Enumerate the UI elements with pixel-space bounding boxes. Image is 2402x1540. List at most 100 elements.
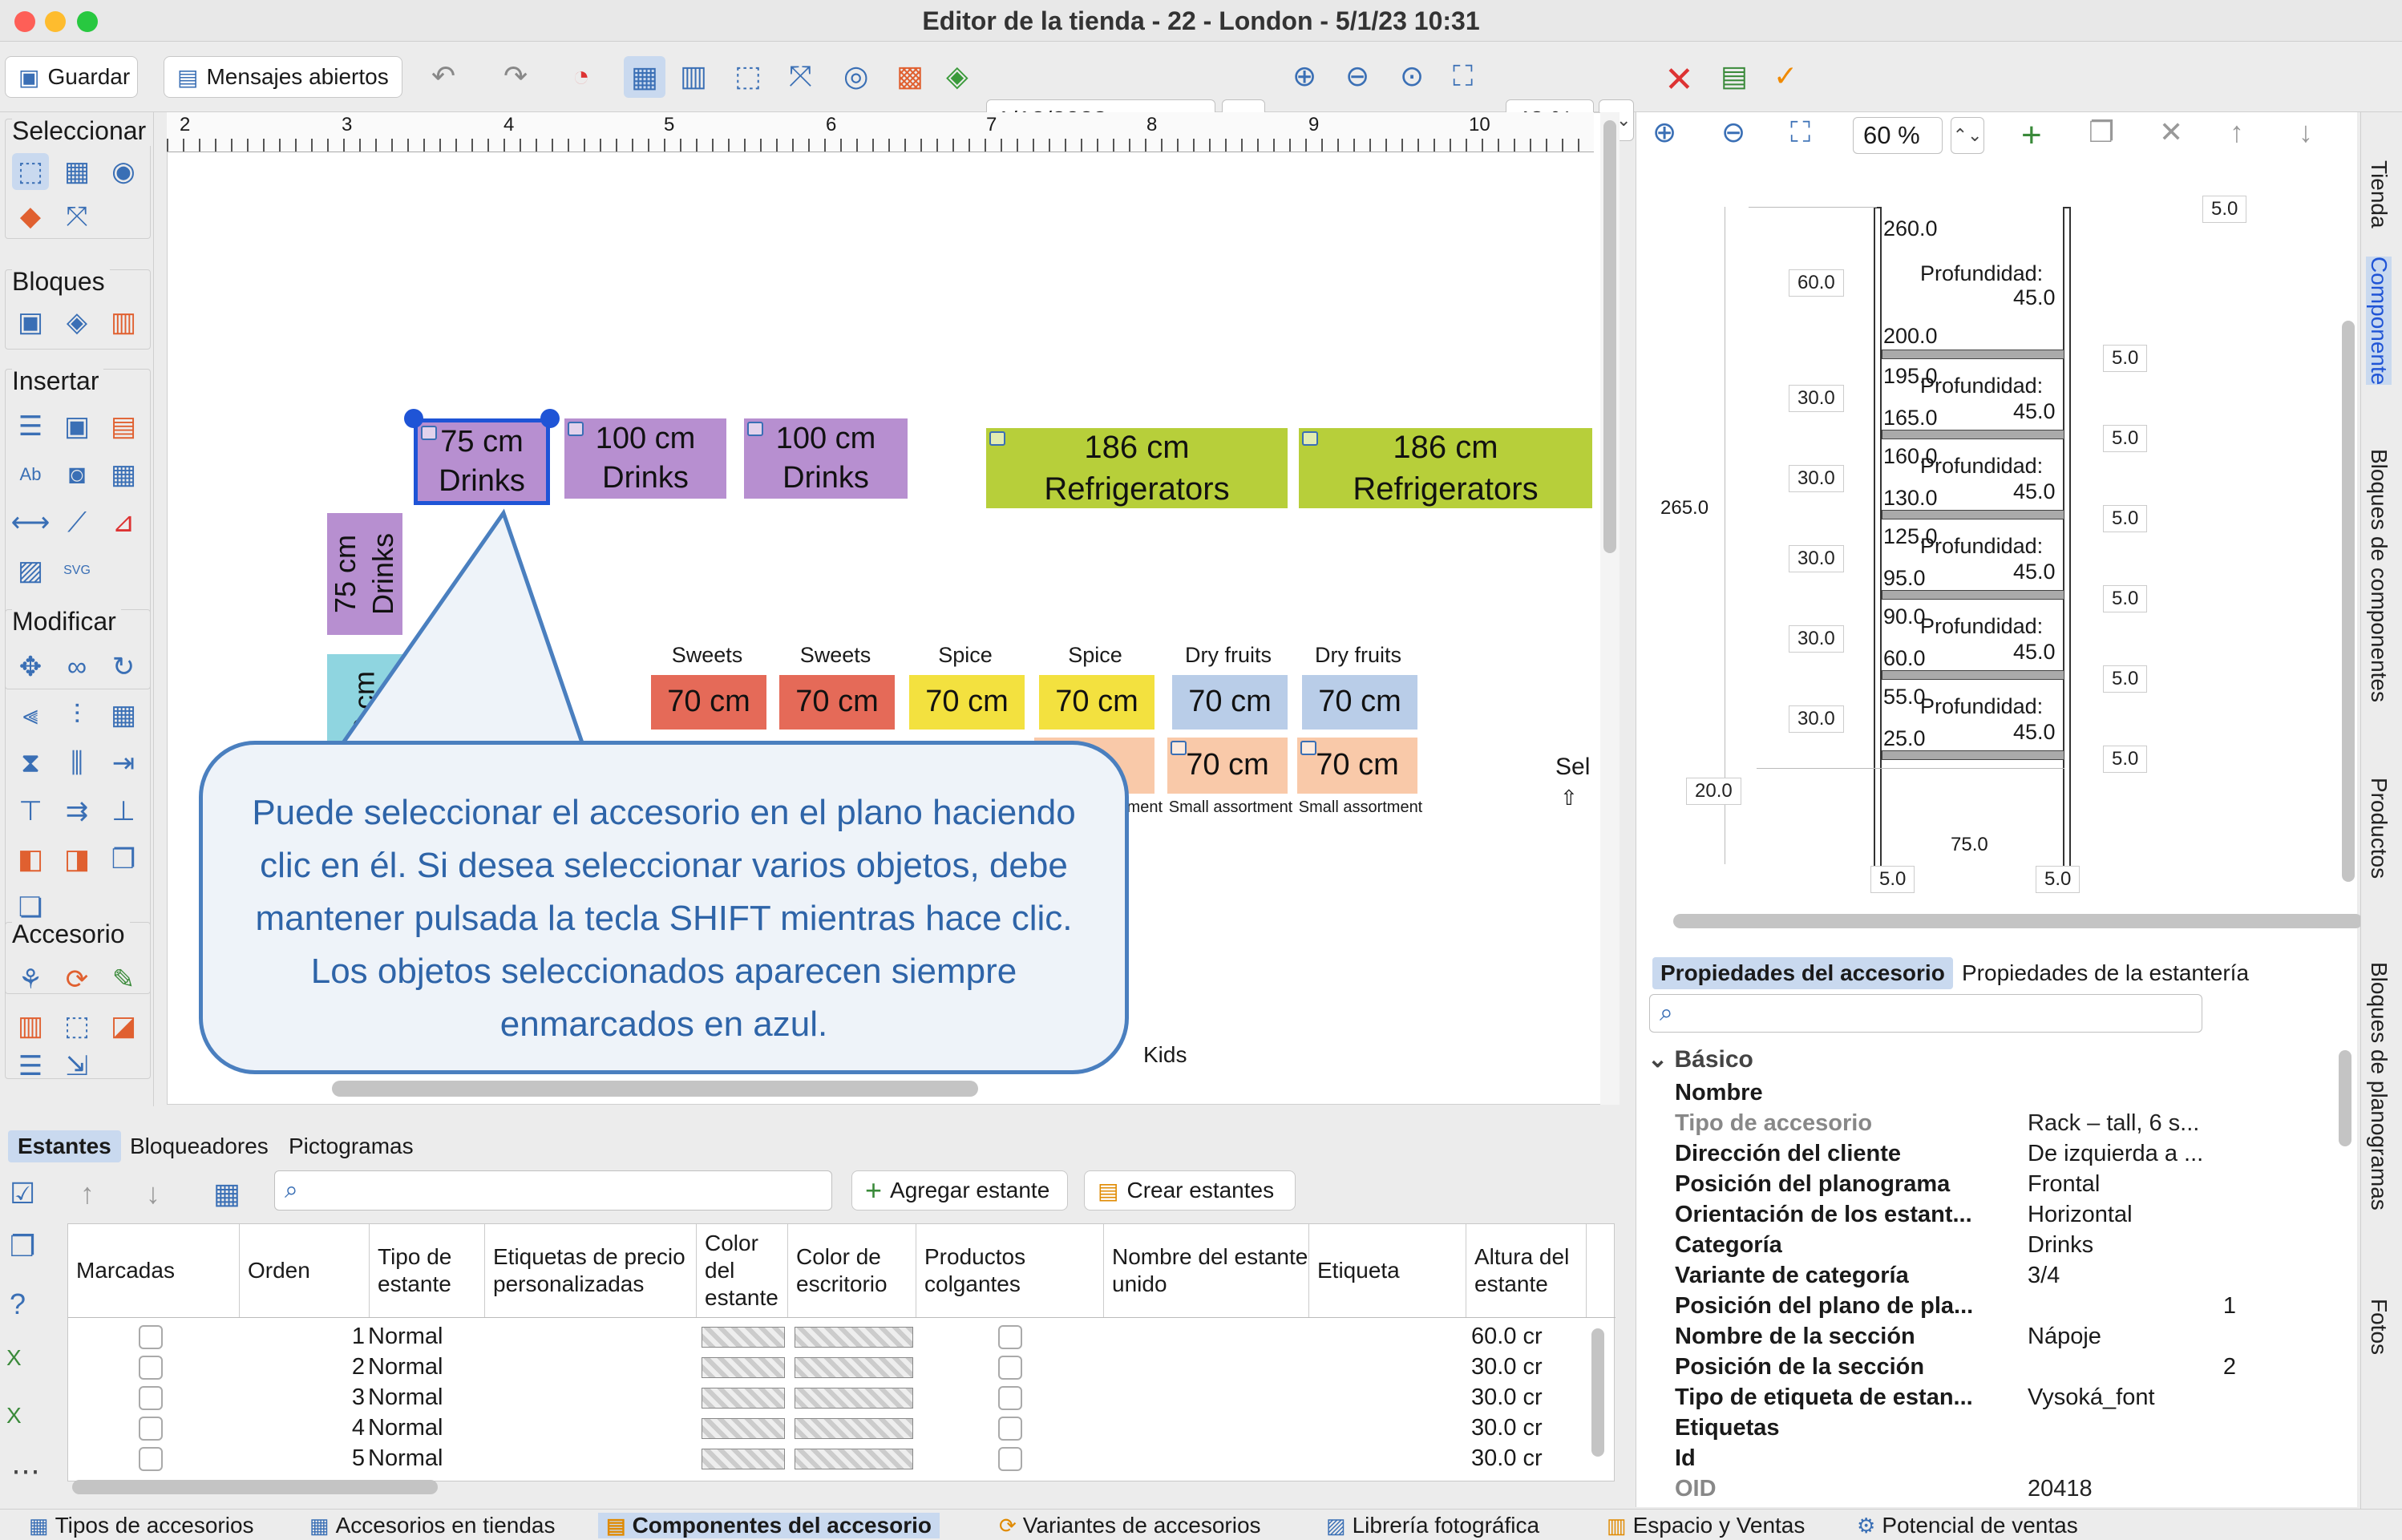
create-shelves-button[interactable]: ▤ Crear estantes <box>1084 1170 1296 1211</box>
property-row[interactable]: Tipo de etiqueta de estan... Vysoká_font <box>1675 1382 2332 1413</box>
help-icon[interactable]: ? <box>10 1287 26 1321</box>
add-shelf-button[interactable]: + Agregar estante <box>851 1170 1068 1211</box>
column-header[interactable]: Nombre del estante unido <box>1104 1224 1309 1317</box>
refresh-icon[interactable]: ◔ <box>572 59 590 93</box>
insert-pdf-icon[interactable]: ⊿ <box>105 504 142 541</box>
open-messages-button[interactable]: ▤ Mensajes abiertos <box>164 56 402 98</box>
marked-checkbox[interactable] <box>139 1386 163 1410</box>
link-icon[interactable]: ∞ <box>59 649 95 685</box>
desk-color-swatch[interactable] <box>795 1388 913 1409</box>
shelf-color-swatch[interactable] <box>702 1449 785 1469</box>
marked-checkbox[interactable] <box>139 1417 163 1441</box>
fixture-edit-icon[interactable]: ✎ <box>105 961 142 998</box>
sidebar-tab-store[interactable]: Tienda <box>2366 160 2392 228</box>
move-down-icon[interactable]: ↓ <box>2299 115 2313 149</box>
insert-grid-icon[interactable]: ▦ <box>105 456 142 493</box>
insert-dimension-icon[interactable]: ⟷ <box>11 504 51 541</box>
layer-select-icon[interactable]: ◆ <box>12 198 49 235</box>
table-vertical-scrollbar[interactable] <box>1591 1328 1604 1457</box>
align-top-icon[interactable]: ⊤ <box>12 793 49 830</box>
area-select-icon[interactable]: ▦ <box>59 153 95 190</box>
column-header[interactable]: Productos colgantes <box>916 1224 1104 1317</box>
fixture-shelves-icon[interactable]: ▥ <box>12 1008 49 1045</box>
fixture-export-icon[interactable]: ⇲ <box>59 1048 95 1085</box>
copy-icon[interactable]: ❐ <box>10 1230 35 1263</box>
marked-checkbox[interactable] <box>139 1356 163 1380</box>
sidebar-tab-component-blocks[interactable]: Bloques de componentes <box>2366 449 2392 702</box>
tab-fixture-types[interactable]: ▦ Tipos de accesorios <box>29 1513 254 1538</box>
fixture-sync-icon[interactable]: ⟳ <box>59 961 95 998</box>
shelf-search-input[interactable]: ⌕ <box>274 1170 832 1211</box>
block-stack-icon[interactable]: ◈ <box>59 304 95 341</box>
table-horizontal-scrollbar[interactable] <box>72 1480 438 1494</box>
insert-image-icon[interactable]: ▨ <box>12 552 49 589</box>
marked-checkbox[interactable] <box>139 1325 163 1349</box>
fixture-sweets[interactable]: 70 cm <box>779 675 895 730</box>
column-header[interactable]: Etiqueta <box>1309 1224 1466 1317</box>
fit-page-icon[interactable]: ⛶ <box>1453 59 1473 94</box>
component-horizontal-scrollbar[interactable] <box>1673 914 2363 928</box>
insert-table-icon[interactable]: ▤ <box>105 408 142 445</box>
sidebar-tab-products[interactable]: Productos <box>2366 778 2392 879</box>
group-icon[interactable]: ❐ <box>105 841 142 878</box>
canvas-horizontal-scrollbar[interactable] <box>332 1081 978 1097</box>
property-row[interactable]: Nombre de la sección Nápoje <box>1675 1321 2332 1352</box>
zoom-out-icon[interactable]: ⊖ <box>1721 115 1745 149</box>
distribute-icon[interactable]: ▦ <box>105 697 142 734</box>
insert-line-icon[interactable]: ⟋ <box>59 504 95 541</box>
column-header[interactable]: Etiquetas de precio personalizadas <box>485 1224 697 1317</box>
align-left-icon[interactable]: ⫷ <box>12 697 49 734</box>
table-row[interactable]: 1 Normal 60.0 cr <box>68 1322 1587 1352</box>
sidebar-tab-planogram-blocks[interactable]: Bloques de planogramas <box>2366 962 2392 1211</box>
fit-page-icon[interactable]: ⛶ <box>1790 115 1810 150</box>
select-region-icon[interactable]: ⬚ <box>734 59 762 93</box>
desk-color-swatch[interactable] <box>795 1449 913 1469</box>
fixture-dry-fruits[interactable]: 70 cm <box>1302 675 1417 730</box>
section-basic[interactable]: ⌄ Básico <box>1648 1045 1753 1073</box>
layout-icon[interactable]: ▥ <box>680 59 707 93</box>
shelf-color-swatch[interactable] <box>702 1388 785 1409</box>
table-row[interactable]: 4 Normal 30.0 cr <box>68 1413 1587 1444</box>
split-icon[interactable]: ⫼ <box>59 745 95 782</box>
move-down-icon[interactable]: ↓ <box>146 1177 160 1211</box>
tab-blockers[interactable]: Bloqueadores <box>120 1130 278 1162</box>
column-header[interactable]: Color de escritorio <box>788 1224 916 1317</box>
property-row[interactable]: Etiquetas <box>1675 1413 2332 1443</box>
marked-checkbox[interactable] <box>139 1447 163 1471</box>
column-header[interactable]: Altura del estante <box>1466 1224 1587 1317</box>
check-all-icon[interactable]: ☑ <box>10 1177 35 1211</box>
connect-icon[interactable]: ⤧ <box>789 59 812 94</box>
properties-scrollbar[interactable] <box>2339 1050 2351 1146</box>
save-button[interactable]: ▣ Guardar <box>5 56 138 98</box>
fixture-drinks-100[interactable]: 100 cm Drinks <box>744 418 908 499</box>
chart-icon[interactable]: ▩ <box>896 59 924 93</box>
hanging-checkbox[interactable] <box>998 1386 1022 1410</box>
zoom-in-icon[interactable]: ⊕ <box>1652 115 1676 149</box>
column-header[interactable]: Color del estante <box>697 1224 788 1317</box>
property-row[interactable]: Posición de la sección 2 <box>1675 1352 2332 1382</box>
column-header[interactable]: Orden <box>240 1224 370 1317</box>
align-edge-icon[interactable]: ⇥ <box>105 745 142 782</box>
sidebar-tab-component[interactable]: Componente <box>2366 257 2392 386</box>
desk-color-swatch[interactable] <box>795 1418 913 1439</box>
property-row[interactable]: Categoría Drinks <box>1675 1230 2332 1260</box>
fixture-frame-icon[interactable]: ⬚ <box>59 1008 95 1045</box>
fixture-list-icon[interactable]: ☰ <box>12 1048 49 1085</box>
tab-fixtures-in-stores[interactable]: ▦ Accesorios en tiendas <box>309 1513 556 1538</box>
table-row[interactable]: 3 Normal 30.0 cr <box>68 1383 1587 1413</box>
move-up-icon[interactable]: ↑ <box>80 1177 95 1211</box>
pointer-select-icon[interactable]: ⬚ <box>12 153 49 190</box>
magic-select-icon[interactable]: ⤧ <box>59 198 95 235</box>
property-row[interactable]: Nombre <box>1675 1077 2332 1108</box>
fixture-dry-fruits[interactable]: 70 cm <box>1172 675 1288 730</box>
redo-icon[interactable]: ↷ <box>503 59 528 93</box>
shelf-color-swatch[interactable] <box>702 1418 785 1439</box>
desk-color-swatch[interactable] <box>795 1357 913 1378</box>
hanging-checkbox[interactable] <box>998 1325 1022 1349</box>
block-icon[interactable]: ▣ <box>12 304 49 341</box>
tab-fixture-variants[interactable]: ⟳ Variantes de accesorios <box>999 1513 1261 1538</box>
selection-handle[interactable] <box>404 409 423 428</box>
fixture-refrigerators[interactable]: 186 cm Refrigerators <box>1299 428 1592 508</box>
property-row[interactable]: Tipo de accesorio Rack – tall, 6 s... <box>1675 1108 2332 1138</box>
shelf-board[interactable] <box>1882 750 2064 760</box>
